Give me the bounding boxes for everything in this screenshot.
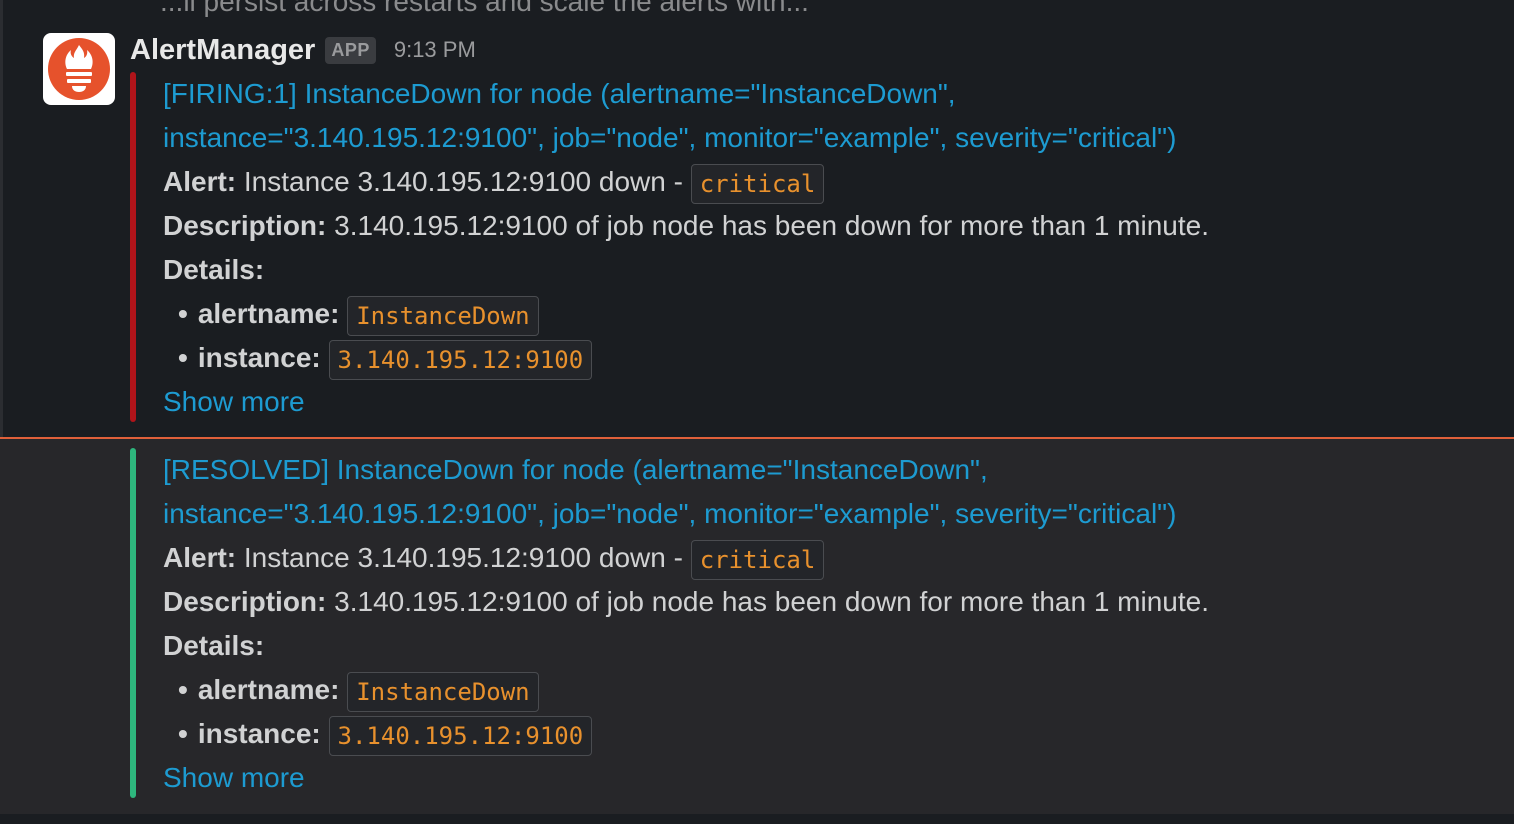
detail-item-alertname: • alertname: InstanceDown xyxy=(178,668,539,712)
sender-name[interactable]: AlertManager xyxy=(130,34,315,67)
alert-title-line2: instance="3.140.195.12:9100", job="node"… xyxy=(163,122,1177,153)
message-header: AlertManager APP 9:13 PM xyxy=(130,28,476,72)
alert-title-line2: instance="3.140.195.12:9100", job="node"… xyxy=(163,498,1177,529)
alert-title-link[interactable]: [RESOLVED] InstanceDown for node (alertn… xyxy=(163,448,988,492)
detail-value-code: 3.140.195.12:9100 xyxy=(328,339,593,380)
details-line: Details: xyxy=(163,624,264,668)
detail-item-instance: • instance: 3.140.195.12:9100 xyxy=(178,336,593,380)
description-text: 3.140.195.12:9100 of job node has been d… xyxy=(334,586,1210,617)
prometheus-icon xyxy=(48,38,110,100)
bullet-icon: • xyxy=(178,342,188,373)
description-line: Description: 3.140.195.12:9100 of job no… xyxy=(163,204,1209,248)
alert-title-link[interactable]: [FIRING:1] InstanceDown for node (alertn… xyxy=(163,72,956,116)
alert-title-link-cont[interactable]: instance="3.140.195.12:9100", job="node"… xyxy=(163,492,1176,536)
detail-key: instance: xyxy=(197,718,321,749)
severity-code: critical xyxy=(690,539,825,580)
detail-value-code: 3.140.195.12:9100 xyxy=(328,715,593,756)
show-more-link[interactable]: Show more xyxy=(163,756,305,800)
description-label: Description: xyxy=(163,586,327,617)
status-color-bar xyxy=(130,448,136,798)
message-timestamp[interactable]: 9:13 PM xyxy=(394,37,476,63)
alert-line: Alert: Instance 3.140.195.12:9100 down -… xyxy=(163,536,825,580)
details-line: Details: xyxy=(163,248,264,292)
message-hover-strip xyxy=(0,0,3,438)
alert-label: Alert: xyxy=(163,166,237,197)
detail-item-instance: • instance: 3.140.195.12:9100 xyxy=(178,712,593,756)
status-color-bar xyxy=(130,72,136,422)
bullet-icon: • xyxy=(178,298,188,329)
description-label: Description: xyxy=(163,210,327,241)
bullet-icon: • xyxy=(178,718,188,749)
alert-text: Instance 3.140.195.12:9100 down - xyxy=(243,166,683,197)
alert-line: Alert: Instance 3.140.195.12:9100 down -… xyxy=(163,160,825,204)
detail-key: alertname: xyxy=(197,298,340,329)
alert-label: Alert: xyxy=(163,542,237,573)
alert-title-line1: [RESOLVED] InstanceDown for node (alertn… xyxy=(163,454,988,485)
description-text: 3.140.195.12:9100 of job node has been d… xyxy=(334,210,1210,241)
alert-text: Instance 3.140.195.12:9100 down - xyxy=(243,542,683,573)
avatar[interactable] xyxy=(43,33,115,105)
description-line: Description: 3.140.195.12:9100 of job no… xyxy=(163,580,1209,624)
previous-message-text: ...ll persist across restarts and scale … xyxy=(160,0,809,17)
details-label: Details: xyxy=(163,630,265,661)
show-more-link[interactable]: Show more xyxy=(163,380,305,424)
detail-key: instance: xyxy=(197,342,321,373)
severity-code: critical xyxy=(690,163,825,204)
alert-title-link-cont[interactable]: instance="3.140.195.12:9100", job="node"… xyxy=(163,116,1176,160)
alert-title-line1: [FIRING:1] InstanceDown for node (alertn… xyxy=(163,78,956,109)
bullet-icon: • xyxy=(178,674,188,705)
detail-value-code: InstanceDown xyxy=(347,671,539,712)
detail-key: alertname: xyxy=(197,674,340,705)
details-label: Details: xyxy=(163,254,265,285)
detail-item-alertname: • alertname: InstanceDown xyxy=(178,292,539,336)
detail-value-code: InstanceDown xyxy=(347,295,539,336)
message-list-bottom xyxy=(0,814,1514,824)
app-badge: APP xyxy=(325,36,376,64)
